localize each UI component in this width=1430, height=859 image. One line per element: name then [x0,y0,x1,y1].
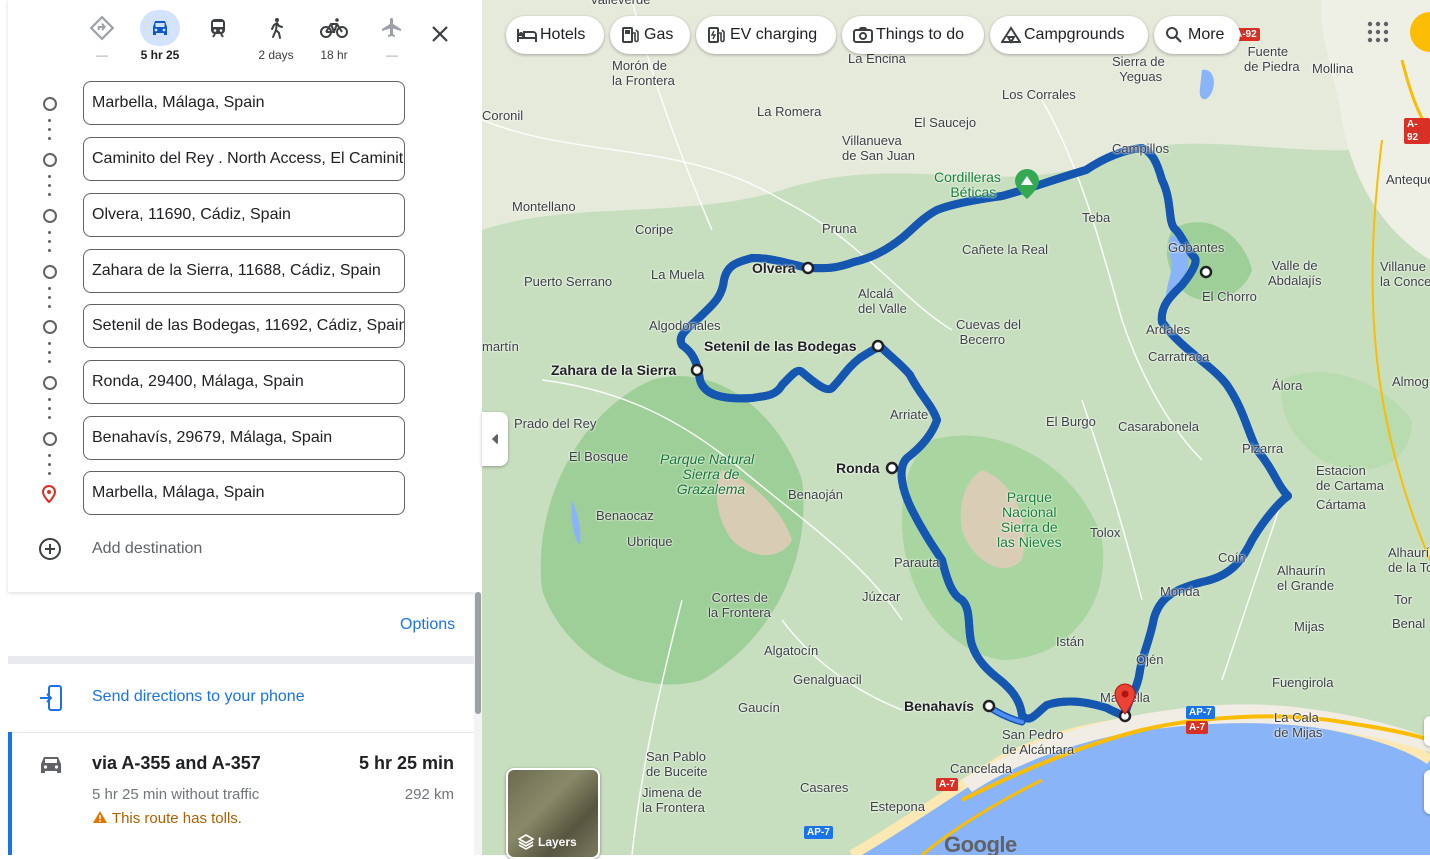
mode-cycling[interactable]: 18 hr [306,12,362,68]
mode-label: — [96,48,108,62]
destination-pin-icon [41,485,57,503]
chevron-left-icon [492,434,498,444]
chip-hotels[interactable]: Hotels [506,16,604,54]
stop-input-4[interactable]: Zahara de la Sierra, 11688, Cádiz, Spain [83,249,405,293]
close-icon [432,26,448,42]
map-label-park[interactable]: Cordilleras Béticas [934,170,1001,200]
ev-charging-icon [708,27,725,43]
add-destination-button[interactable]: Add destination [38,537,202,561]
route-duration-no-traffic: 5 hr 25 min without traffic [92,786,260,803]
car-icon [41,757,61,773]
chip-label: Hotels [540,26,586,43]
map-label-zahara[interactable]: Zahara de la Sierra [551,363,676,378]
chip-label: Things to do [876,26,965,43]
gas-station-icon [622,27,639,43]
layers-icon [518,834,534,850]
mode-best-route[interactable]: — [74,12,130,68]
chip-ev-charging[interactable]: EV charging [696,16,836,54]
map-control[interactable] [1424,770,1430,814]
collapse-panel-button[interactable] [482,412,508,466]
map-canvas[interactable]: Morón de la Frontera La Encina Sierra de … [482,0,1430,855]
waypoint-circle-icon [43,209,57,223]
map-label-setenil[interactable]: Setenil de las Bodegas [704,339,857,354]
bike-icon [306,12,362,44]
mode-label: 18 hr [320,48,348,62]
map-label-ronda[interactable]: Ronda [836,461,880,476]
stop-input-2[interactable]: Caminito del Rey . North Access, El Cami… [83,137,405,181]
apps-grid-icon [1367,21,1389,43]
waypoint-circle-icon [43,97,57,111]
apps-grid-button[interactable] [1366,20,1390,44]
route-distance: 292 km [404,786,454,803]
route-via: via A-355 and A-357 [92,753,261,773]
connector-dots [48,342,51,369]
mode-label: — [386,48,398,62]
car-icon [132,12,188,44]
map-label-olvera[interactable]: Olvera [752,261,796,276]
connector-dots [48,175,51,202]
stop-input-3[interactable]: Olvera, 11690, Cádiz, Spain [83,193,405,237]
stop-input-1[interactable]: Marbella, Málaga, Spain [83,81,405,125]
connector-dots [48,287,51,314]
train-icon [190,12,246,44]
map-label-benahavis[interactable]: Benahavís [904,699,974,714]
route-duration: 5 hr 25 min [358,753,454,773]
search-icon [1166,27,1182,43]
park-pin-icon[interactable] [1014,168,1040,200]
camera-icon [853,27,873,43]
stop-input-6[interactable]: Ronda, 29400, Málaga, Spain [83,360,405,404]
plane-icon [364,12,420,44]
connector-dots [48,119,51,146]
google-logo: Google [944,832,1017,855]
toll-warning-text: This route has tolls. [111,810,242,827]
chip-label: Campgrounds [1024,26,1125,43]
route-option[interactable]: via A-355 and A-357 5 hr 25 min 5 hr 25 … [8,732,474,855]
bed-icon [517,29,537,42]
scrollbar-thumb[interactable] [475,592,481,714]
connector-dots [48,398,51,425]
mode-driving[interactable]: 5 hr 25 [132,10,188,68]
close-directions-button[interactable] [424,18,456,50]
chip-things-to-do[interactable]: Things to do [842,16,984,54]
toll-warning: This route has tolls. [92,810,242,827]
stop-input-5[interactable]: Setenil de las Bodegas, 11692, Cádiz, Sp… [83,304,405,348]
waypoint-circle-icon [43,153,57,167]
waypoint-circle-icon [43,265,57,279]
tent-icon [1001,26,1021,44]
mode-label: 2 days [258,48,294,62]
chip-label: EV charging [730,26,818,43]
add-destination-label: Add destination [92,540,203,557]
layers-button[interactable]: Layers [506,768,600,859]
map-control[interactable] [1424,716,1430,746]
walk-icon [248,12,304,44]
send-directions-button[interactable]: Send directions to your phone [8,664,474,733]
diamond-route-icon [74,12,130,44]
chip-label: Gas [644,26,674,43]
stop-input-destination[interactable]: Marbella, Málaga, Spain [83,471,405,515]
waypoint-circle-icon [43,376,57,390]
stop-input-7[interactable]: Benahavís, 29679, Málaga, Spain [83,416,405,460]
connector-dots [48,454,51,481]
waypoint-circle-icon [43,320,57,334]
divider [8,656,474,664]
connector-dots [48,231,51,258]
chip-more[interactable]: More [1154,16,1240,54]
options-button[interactable]: Options [400,616,455,634]
mode-label: 5 hr 25 [140,48,180,62]
add-circle-icon [39,538,61,560]
warning-icon [93,811,107,823]
mode-transit[interactable] [190,12,246,68]
mode-walking[interactable]: 2 days [248,12,304,68]
send-to-phone-icon [40,685,62,711]
chip-gas[interactable]: Gas [610,16,690,54]
chip-label: More [1188,26,1225,43]
directions-panel: — 5 hr 25 2 days 18 hr — Marbella, Málag… [0,0,482,855]
waypoint-circle-icon [43,432,57,446]
chip-campgrounds[interactable]: Campgrounds [990,16,1148,54]
mode-flights[interactable]: — [364,12,420,68]
destination-marker-icon[interactable] [1113,683,1137,715]
panel-scrollbar[interactable] [474,592,482,855]
layers-label: Layers [538,835,577,849]
send-directions-label: Send directions to your phone [92,688,305,705]
